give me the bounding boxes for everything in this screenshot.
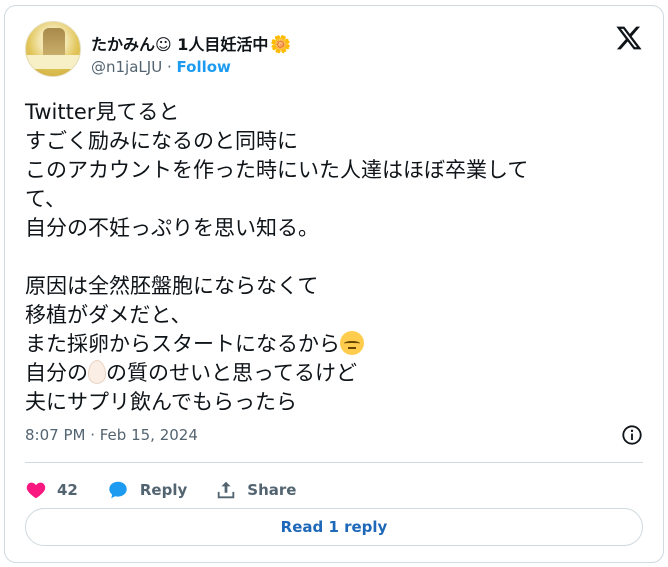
flower-emoji-icon: 🌼 [270,35,292,55]
read-reply-button[interactable]: Read 1 reply [25,508,643,546]
egg-emoji-icon [88,360,106,384]
tweet-line: すごく励みになるのと同時に [25,129,298,153]
tweet-line: 自分の [25,361,88,385]
tweet-line: て、 [25,187,66,211]
avatar-label-graphic [26,55,80,69]
pensive-face-emoji-icon [340,331,364,355]
author-name[interactable]: たかみん☺︎ 1人目妊活中 🌼 [91,31,292,55]
tweet-line: また採卵からスタートになるから [25,332,340,356]
handle-separator: · [166,58,172,76]
tweet-card: たかみん☺︎ 1人目妊活中 🌼 @n1jaLJU · Follow Twitter… [4,5,664,563]
tweet-line: このアカウントを作った時にいた人達はほぼ卒業して [25,158,529,182]
tweet-line: 自分の不妊っぷりを思い知る。 [25,216,319,240]
share-label: Share [247,481,297,499]
like-button[interactable]: 42 [25,479,78,501]
tweet-line: の質のせいと思ってるけど [106,361,357,385]
info-icon[interactable] [621,424,643,446]
reply-label: Reply [139,481,188,499]
author-handle-line: @n1jaLJU · Follow [91,58,231,76]
tweet-timestamp[interactable]: 8:07 PM · Feb 15, 2024 [25,426,198,444]
action-bar: 42 Reply Share [25,472,324,508]
heart-icon [26,482,46,499]
reply-button[interactable]: Reply [106,479,187,501]
avatar[interactable] [25,21,81,77]
like-count: 42 [57,481,78,499]
tweet-line: 夫にサプリ飲んでもらったら [25,390,297,414]
x-logo-icon[interactable] [615,24,643,52]
follow-button[interactable]: Follow [177,58,231,76]
share-upload-icon [218,481,235,499]
author-name-text: たかみん☺︎ 1人目妊活中 [91,35,269,54]
tweet-line: 原因は全然胚盤胞にならなくて [25,274,319,298]
share-button[interactable]: Share [215,479,296,501]
author-handle[interactable]: @n1jaLJU [91,58,162,76]
speech-bubble-icon [109,481,127,499]
divider [25,462,643,463]
tweet-text: Twitter見てると すごく励みになるのと同時に このアカウントを作った時にい… [25,98,625,417]
tweet-line: Twitter見てると [25,100,180,124]
tweet-line: 移植がダメだと、 [25,303,192,327]
